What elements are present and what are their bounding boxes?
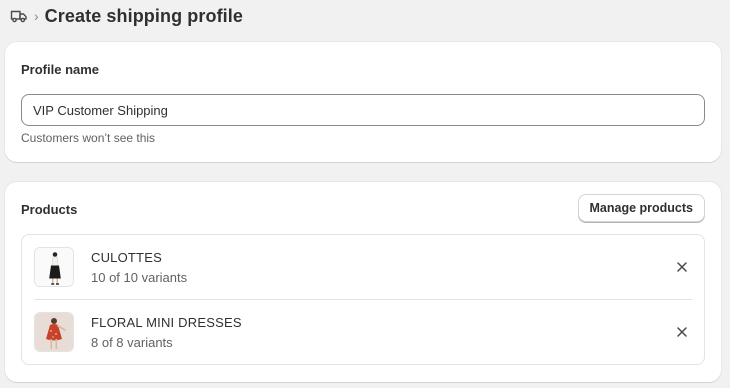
product-title: FLORAL MINI DRESSES bbox=[91, 315, 242, 330]
product-title: CULOTTES bbox=[91, 250, 162, 265]
variant-count: 8 of 8 variants bbox=[91, 335, 173, 350]
profile-name-heading: Profile name bbox=[21, 62, 100, 77]
products-heading: Products bbox=[21, 202, 78, 217]
breadcrumb-separator: › bbox=[34, 8, 39, 24]
close-icon bbox=[677, 262, 687, 272]
page-header: › Create shipping profile bbox=[10, 4, 243, 28]
product-thumbnail bbox=[34, 247, 74, 287]
product-thumbnail bbox=[34, 312, 74, 352]
list-item[interactable]: FLORAL MINI DRESSES 8 of 8 variants bbox=[22, 300, 704, 364]
variant-count: 10 of 10 variants bbox=[91, 270, 188, 285]
culottes-photo bbox=[35, 248, 73, 286]
list-item[interactable]: CULOTTES 10 of 10 variants bbox=[22, 235, 704, 299]
remove-product-button[interactable] bbox=[674, 324, 690, 340]
page-title: Create shipping profile bbox=[44, 5, 243, 26]
remove-product-button[interactable] bbox=[674, 259, 690, 275]
product-list: CULOTTES 10 of 10 variants FLORAL MINI D… bbox=[21, 234, 705, 365]
floral-dress-photo bbox=[35, 313, 73, 351]
profile-name-help-text: Customers won’t see this bbox=[21, 131, 156, 145]
shipping-truck-icon[interactable] bbox=[10, 7, 28, 25]
close-icon bbox=[677, 327, 687, 337]
profile-name-input-value: VIP Customer Shipping bbox=[33, 102, 168, 118]
profile-name-input[interactable]: VIP Customer Shipping bbox=[21, 94, 705, 126]
products-card: Products Manage products CULOTTES 10 of … bbox=[5, 182, 721, 382]
profile-name-card: Profile name VIP Customer Shipping Custo… bbox=[5, 42, 721, 162]
manage-products-button[interactable]: Manage products bbox=[577, 194, 705, 222]
